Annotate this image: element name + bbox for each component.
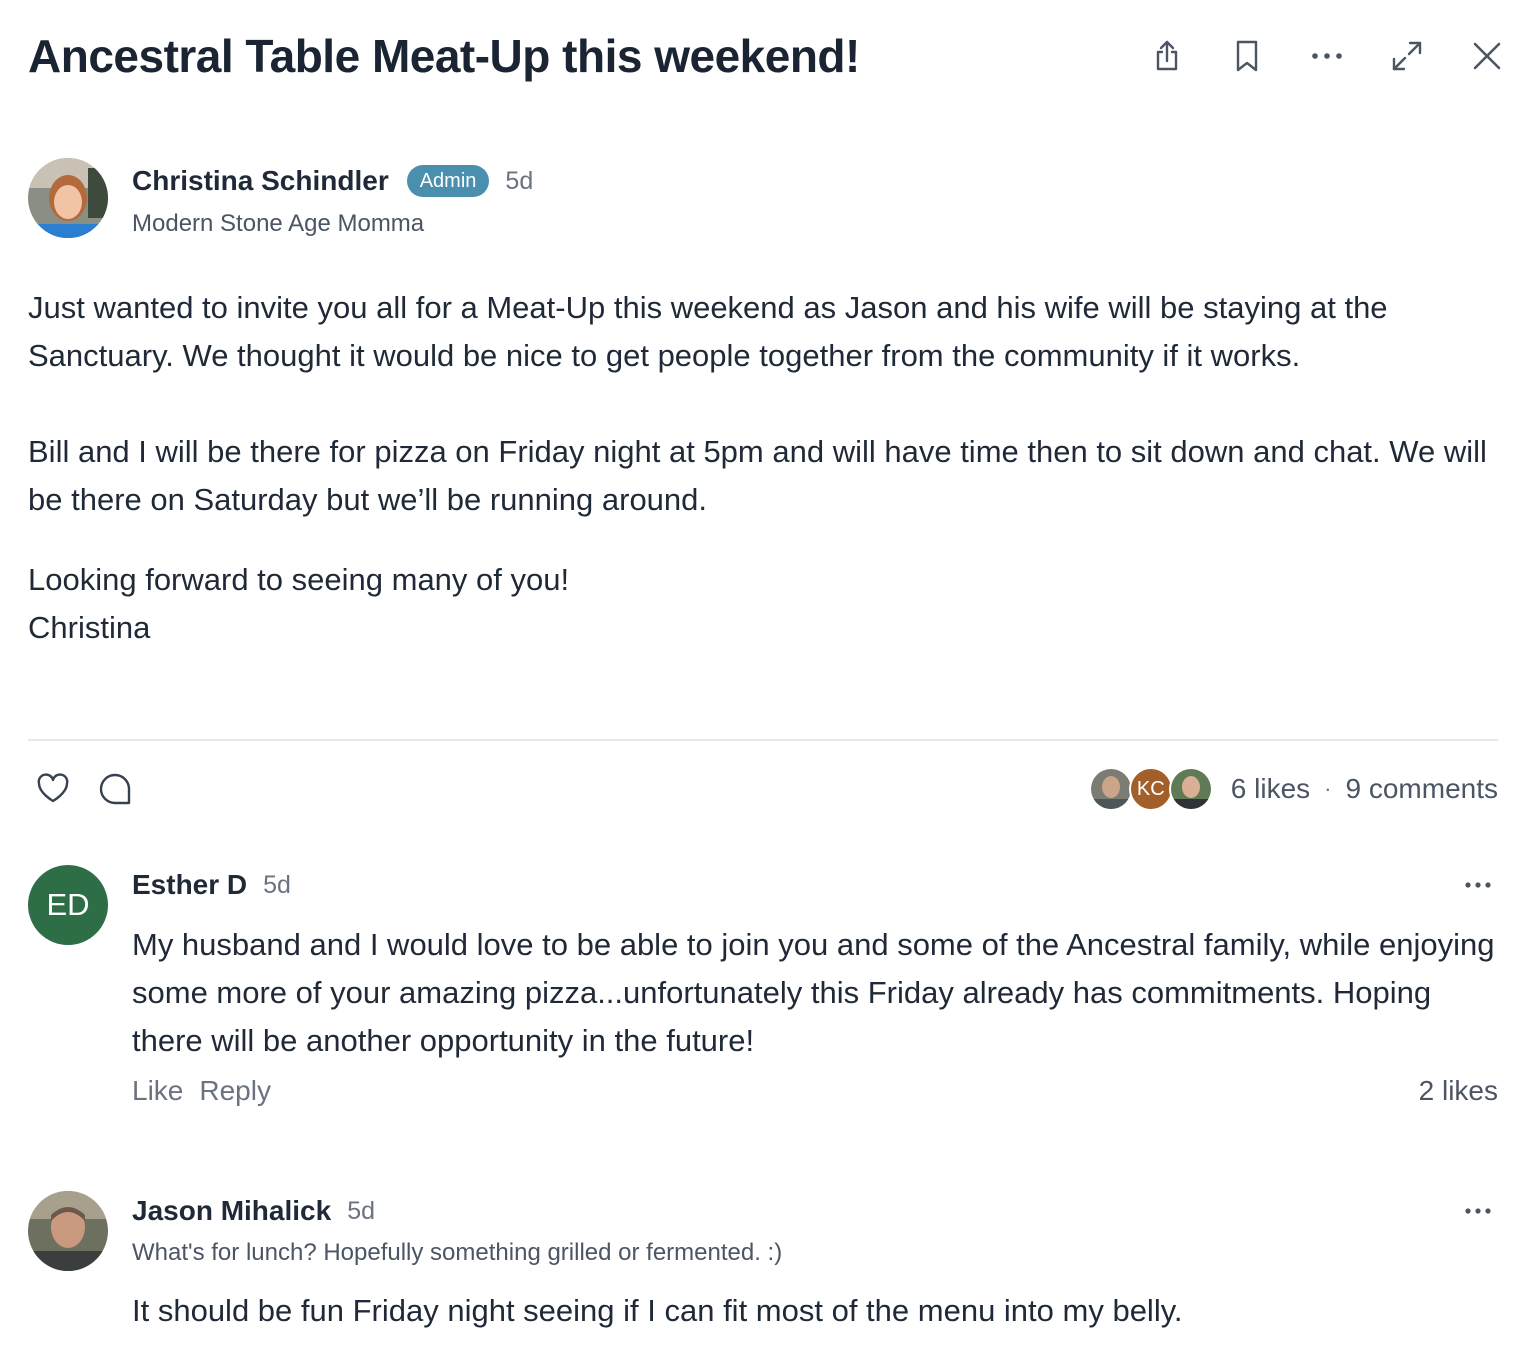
comment: Jason Mihalick 5d What's for lunch? Hope… (28, 1191, 1498, 1361)
author-avatar[interactable] (28, 158, 108, 238)
author-info: Christina Schindler Admin 5d Modern Ston… (132, 158, 533, 238)
reaction-stats: KC 6 likes · 9 comments (1088, 767, 1499, 811)
liker-avatar (1168, 767, 1213, 811)
comment-content: Esther D 5d My husband and I would love … (132, 865, 1498, 1107)
liker-avatar (1088, 767, 1133, 811)
comment-actions: Like Reply 2 likes (132, 1075, 1498, 1107)
post-title: Ancestral Table Meat-Up this weekend! (28, 30, 860, 82)
reaction-actions (28, 772, 132, 806)
comment-header: Jason Mihalick 5d (132, 1191, 1498, 1231)
stat-separator: · (1324, 776, 1332, 801)
like-button[interactable]: Like (132, 1075, 183, 1107)
comment-icon[interactable] (98, 772, 132, 806)
post-header: Ancestral Table Meat-Up this weekend! (28, 24, 1508, 88)
commenter-headline: What's for lunch? Hopefully something gr… (132, 1239, 783, 1266)
comment-likes[interactable]: 2 likes (1419, 1075, 1498, 1107)
expand-icon[interactable] (1390, 39, 1424, 73)
divider (28, 739, 1498, 741)
post-paragraph: Just wanted to invite you all for a Meat… (28, 290, 1388, 373)
commenter-avatar[interactable]: ED (28, 865, 108, 945)
comment-timestamp: 5d (347, 1196, 375, 1225)
commenter-name[interactable]: Jason Mihalick (132, 1195, 331, 1227)
comment-text: My husband and I would love to be able t… (132, 927, 1495, 1058)
comment-more-icon[interactable] (1458, 871, 1498, 899)
liker-avatar-initials: KC (1128, 767, 1173, 811)
author-name[interactable]: Christina Schindler (132, 165, 389, 197)
post-signature: Christina (28, 610, 151, 645)
comment-timestamp: 5d (263, 870, 291, 899)
post-paragraph: Bill and I will be there for pizza on Fr… (28, 434, 1487, 517)
post-paragraph: Looking forward to seeing many of you! (28, 562, 570, 597)
post-author: Christina Schindler Admin 5d Modern Ston… (28, 158, 533, 238)
reaction-bar: KC 6 likes · 9 comments (28, 763, 1498, 815)
commenter-avatar[interactable] (28, 1191, 108, 1271)
comment-more-icon[interactable] (1458, 1197, 1498, 1225)
comments-count[interactable]: 9 comments (1346, 773, 1499, 805)
share-icon[interactable] (1150, 39, 1184, 73)
comment: ED Esther D 5d My husband and I would lo… (28, 865, 1498, 1115)
bookmark-icon[interactable] (1230, 39, 1264, 73)
author-name-row: Christina Schindler Admin 5d (132, 160, 533, 202)
heart-icon[interactable] (36, 772, 70, 806)
post-body: Just wanted to invite you all for a Meat… (28, 284, 1508, 652)
post-timestamp[interactable]: 5d (505, 167, 533, 196)
comment-content: Jason Mihalick 5d What's for lunch? Hope… (132, 1191, 1498, 1335)
likes-count[interactable]: 6 likes (1231, 773, 1310, 805)
admin-badge: Admin (406, 165, 490, 197)
author-headline: Modern Stone Age Momma (132, 210, 425, 237)
liker-avatars[interactable]: KC (1088, 767, 1213, 811)
reply-button[interactable]: Reply (199, 1075, 271, 1107)
commenter-name[interactable]: Esther D (132, 869, 247, 901)
header-actions (1150, 39, 1508, 73)
comment-text: It should be fun Friday night seeing if … (132, 1293, 1183, 1328)
close-icon[interactable] (1470, 39, 1504, 73)
more-icon[interactable] (1310, 39, 1344, 73)
comment-header: Esther D 5d (132, 865, 1498, 905)
